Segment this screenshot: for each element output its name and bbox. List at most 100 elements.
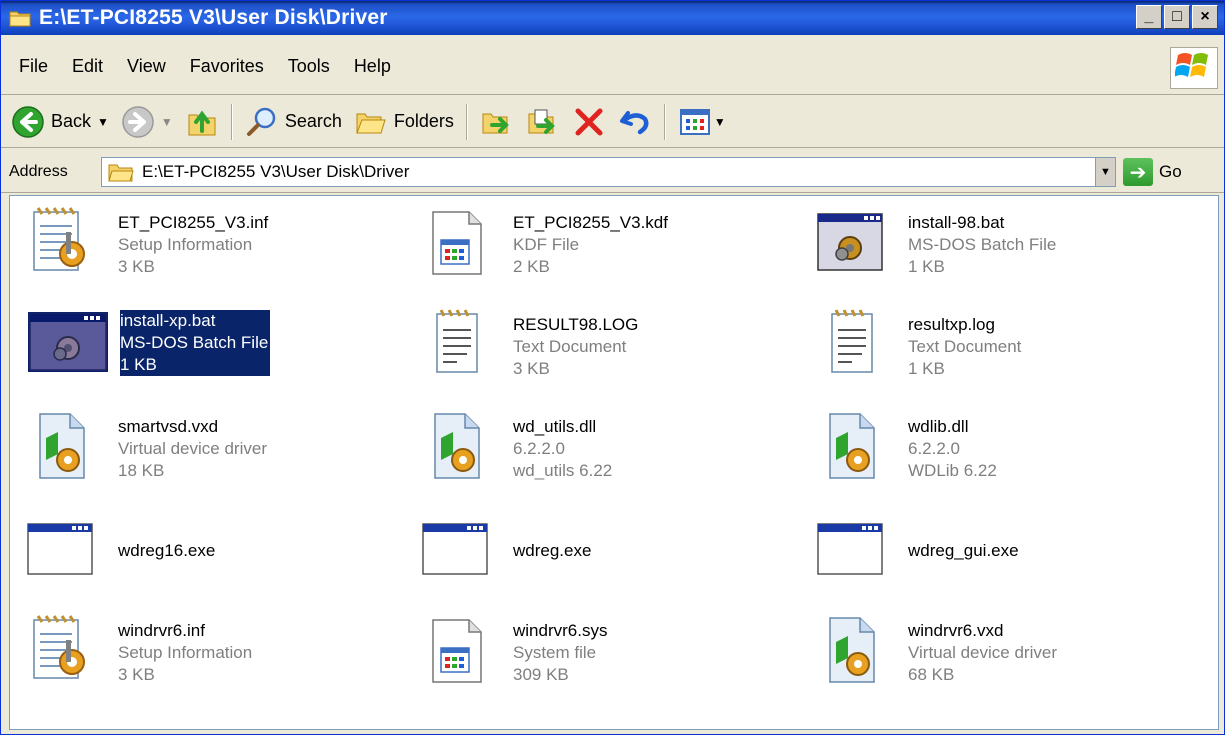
file-size: 1 KB xyxy=(120,355,157,374)
menu-bar: File Edit View Favorites Tools Help xyxy=(1,37,1224,95)
file-type: System file xyxy=(513,643,597,662)
file-list: ET_PCI8255_V3.inf Setup Information 3 KB… xyxy=(9,195,1219,730)
file-item[interactable]: wdlib.dll 6.2.2.0 WDLib 6.22 xyxy=(808,406,1178,496)
back-dropdown-icon[interactable]: ▼ xyxy=(97,115,109,129)
dll-file-icon xyxy=(419,410,491,482)
file-version: 6.2.2.0 xyxy=(513,439,565,458)
menu-view[interactable]: View xyxy=(115,50,178,82)
back-label: Back xyxy=(51,111,92,131)
delete-icon xyxy=(575,108,603,135)
file-type: Setup Information xyxy=(118,643,253,662)
file-item[interactable]: resultxp.log Text Document 1 KB xyxy=(808,304,1178,394)
go-button[interactable]: ➔ Go xyxy=(1123,157,1182,187)
file-name: smartvsd.vxd xyxy=(118,417,219,436)
close-button[interactable]: × xyxy=(1192,5,1218,29)
folders-icon xyxy=(356,113,386,133)
back-arrow-icon xyxy=(12,105,44,138)
up-folder-button[interactable] xyxy=(179,100,225,144)
go-arrow-icon: ➔ xyxy=(1123,158,1153,186)
file-item[interactable]: windrvr6.inf Setup Information 3 KB xyxy=(18,610,388,700)
file-description: WDLib 6.22 xyxy=(908,461,997,480)
undo-button[interactable] xyxy=(612,100,658,144)
menu-help[interactable]: Help xyxy=(342,50,403,82)
search-button[interactable]: Search xyxy=(239,100,348,144)
file-type: Text Document xyxy=(513,337,627,356)
folder-icon xyxy=(108,164,134,182)
file-name: wdreg.exe xyxy=(513,541,592,560)
batch-file-icon xyxy=(28,312,108,372)
file-name: ET_PCI8255_V3.kdf xyxy=(513,213,668,232)
file-item[interactable]: wdreg_gui.exe xyxy=(808,508,1178,598)
file-item-selected[interactable]: install-xp.bat MS-DOS Batch File 1 KB xyxy=(18,304,388,394)
file-item[interactable]: RESULT98.LOG Text Document 3 KB xyxy=(413,304,783,394)
address-bar: Address E:\ET-PCI8255 V3\User Disk\Drive… xyxy=(1,151,1224,193)
file-type: Setup Information xyxy=(118,235,253,254)
back-button[interactable]: Back ▼ xyxy=(1,100,115,144)
file-name: windrvr6.inf xyxy=(118,621,205,640)
views-dropdown-icon[interactable]: ▼ xyxy=(714,115,726,129)
file-name: RESULT98.LOG xyxy=(513,315,639,334)
file-description: wd_utils 6.22 xyxy=(513,461,613,480)
forward-button[interactable]: ▼ xyxy=(115,100,179,144)
delete-button[interactable] xyxy=(566,100,612,144)
forward-arrow-icon xyxy=(122,105,154,138)
move-to-icon xyxy=(482,113,509,133)
file-item[interactable]: windrvr6.sys System file 309 KB xyxy=(413,610,783,700)
file-size: 2 KB xyxy=(513,257,550,276)
kdf-file-icon xyxy=(419,206,491,278)
maximize-button[interactable]: □ xyxy=(1164,5,1190,29)
dll-file-icon xyxy=(814,410,886,482)
file-type: Text Document xyxy=(908,337,1022,356)
menu-favorites[interactable]: Favorites xyxy=(178,50,276,82)
file-item[interactable]: wdreg16.exe xyxy=(18,508,388,598)
copy-to-icon xyxy=(528,109,555,134)
setup-information-icon xyxy=(24,206,96,278)
close-icon: × xyxy=(1200,8,1210,25)
file-name: wd_utils.dll xyxy=(513,417,597,436)
menu-tools[interactable]: Tools xyxy=(276,50,342,82)
windows-logo-icon xyxy=(1174,49,1211,85)
menu-file[interactable]: File xyxy=(1,50,60,82)
search-label: Search xyxy=(284,111,342,131)
file-item[interactable]: wdreg.exe xyxy=(413,508,783,598)
toolbar-separator xyxy=(230,103,233,140)
move-to-button[interactable] xyxy=(474,100,520,144)
folders-label: Folders xyxy=(393,111,454,131)
text-document-icon xyxy=(814,308,886,380)
minimize-icon: _ xyxy=(1144,8,1154,25)
file-item[interactable]: wd_utils.dll 6.2.2.0 wd_utils 6.22 xyxy=(413,406,783,496)
chevron-down-icon: ▼ xyxy=(1100,166,1111,178)
file-name: wdreg16.exe xyxy=(118,541,216,560)
go-label: Go xyxy=(1159,162,1182,181)
folder-icon xyxy=(9,9,31,27)
file-type: Virtual device driver xyxy=(908,643,1057,662)
address-input[interactable]: E:\ET-PCI8255 V3\User Disk\Driver ▼ xyxy=(101,157,1116,187)
file-item[interactable]: install-98.bat MS-DOS Batch File 1 KB xyxy=(808,202,1178,292)
copy-to-button[interactable] xyxy=(520,100,566,144)
file-item[interactable]: smartvsd.vxd Virtual device driver 18 KB xyxy=(18,406,388,496)
views-button[interactable]: ▼ xyxy=(672,100,732,144)
file-size: 1 KB xyxy=(908,257,945,276)
file-item[interactable]: windrvr6.vxd Virtual device driver 68 KB xyxy=(808,610,1178,700)
minimize-button[interactable]: _ xyxy=(1136,5,1162,29)
file-item[interactable]: ET_PCI8255_V3.kdf KDF File 2 KB xyxy=(413,202,783,292)
forward-dropdown-icon[interactable]: ▼ xyxy=(161,115,173,129)
address-label: Address xyxy=(9,162,68,180)
folders-button[interactable]: Folders xyxy=(348,100,460,144)
window-title: E:\ET-PCI8255 V3\User Disk\Driver xyxy=(39,6,388,29)
toolbar: Back ▼ ▼ Search Folders ▼ xyxy=(1,96,1224,148)
file-size: 309 KB xyxy=(513,665,569,684)
file-version: 6.2.2.0 xyxy=(908,439,960,458)
file-type: KDF File xyxy=(513,235,580,254)
file-size: 3 KB xyxy=(118,665,155,684)
file-item[interactable]: ET_PCI8255_V3.inf Setup Information 3 KB xyxy=(18,202,388,292)
application-icon xyxy=(814,512,886,584)
file-type: Virtual device driver xyxy=(118,439,267,458)
menu-edit[interactable]: Edit xyxy=(60,50,115,82)
setup-information-icon xyxy=(24,614,96,686)
explorer-window: E:\ET-PCI8255 V3\User Disk\Driver _ □ × … xyxy=(0,0,1225,735)
file-name: windrvr6.vxd xyxy=(908,621,1004,640)
address-dropdown-button[interactable]: ▼ xyxy=(1095,158,1115,186)
application-icon xyxy=(419,512,491,584)
title-bar[interactable]: E:\ET-PCI8255 V3\User Disk\Driver _ □ × xyxy=(1,1,1224,35)
